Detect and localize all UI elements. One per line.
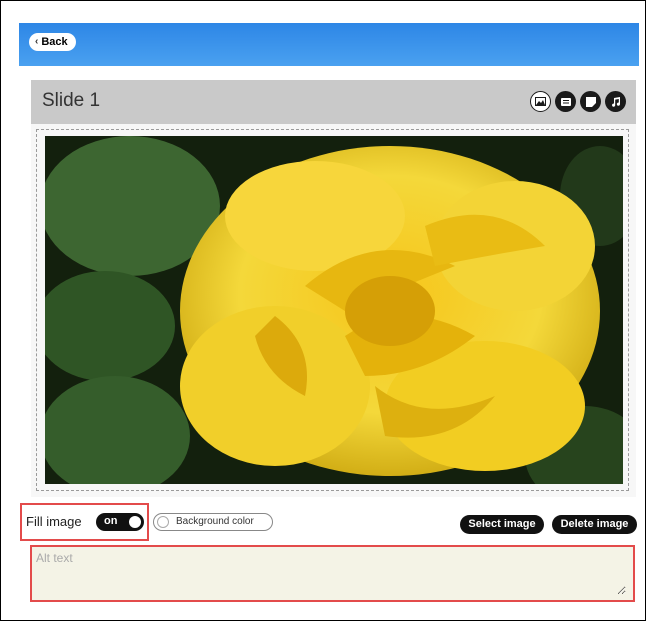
image-icon[interactable]	[530, 91, 551, 112]
top-bar: ‹ Back	[19, 23, 639, 66]
alt-text-input[interactable]	[36, 551, 626, 595]
alt-text-highlight	[30, 545, 635, 602]
back-label: Back	[41, 36, 68, 48]
background-color-label: Background color	[176, 516, 254, 527]
delete-image-label: Delete image	[560, 518, 629, 530]
sticky-note-icon[interactable]	[580, 91, 601, 112]
slide-photo	[45, 136, 623, 484]
toggle-knob	[129, 516, 141, 528]
image-drop-zone[interactable]	[36, 129, 629, 491]
color-swatch-icon	[157, 516, 169, 528]
select-image-button[interactable]: Select image	[460, 515, 544, 534]
delete-image-button[interactable]: Delete image	[552, 515, 637, 534]
slide-header: Slide 1	[31, 80, 636, 124]
select-image-label: Select image	[468, 518, 536, 530]
slide-title: Slide 1	[42, 90, 101, 111]
text-box-icon[interactable]	[555, 91, 576, 112]
chevron-left-icon: ‹	[35, 36, 39, 47]
toggle-state-label: on	[104, 515, 118, 527]
slide-type-icons	[530, 91, 626, 112]
back-button[interactable]: ‹ Back	[29, 33, 76, 51]
fill-image-label: Fill image	[26, 514, 82, 529]
background-color-button[interactable]: Background color	[153, 513, 273, 531]
music-note-icon[interactable]	[605, 91, 626, 112]
fill-image-toggle[interactable]: on	[96, 513, 144, 531]
slide-panel: Slide 1	[31, 80, 636, 497]
